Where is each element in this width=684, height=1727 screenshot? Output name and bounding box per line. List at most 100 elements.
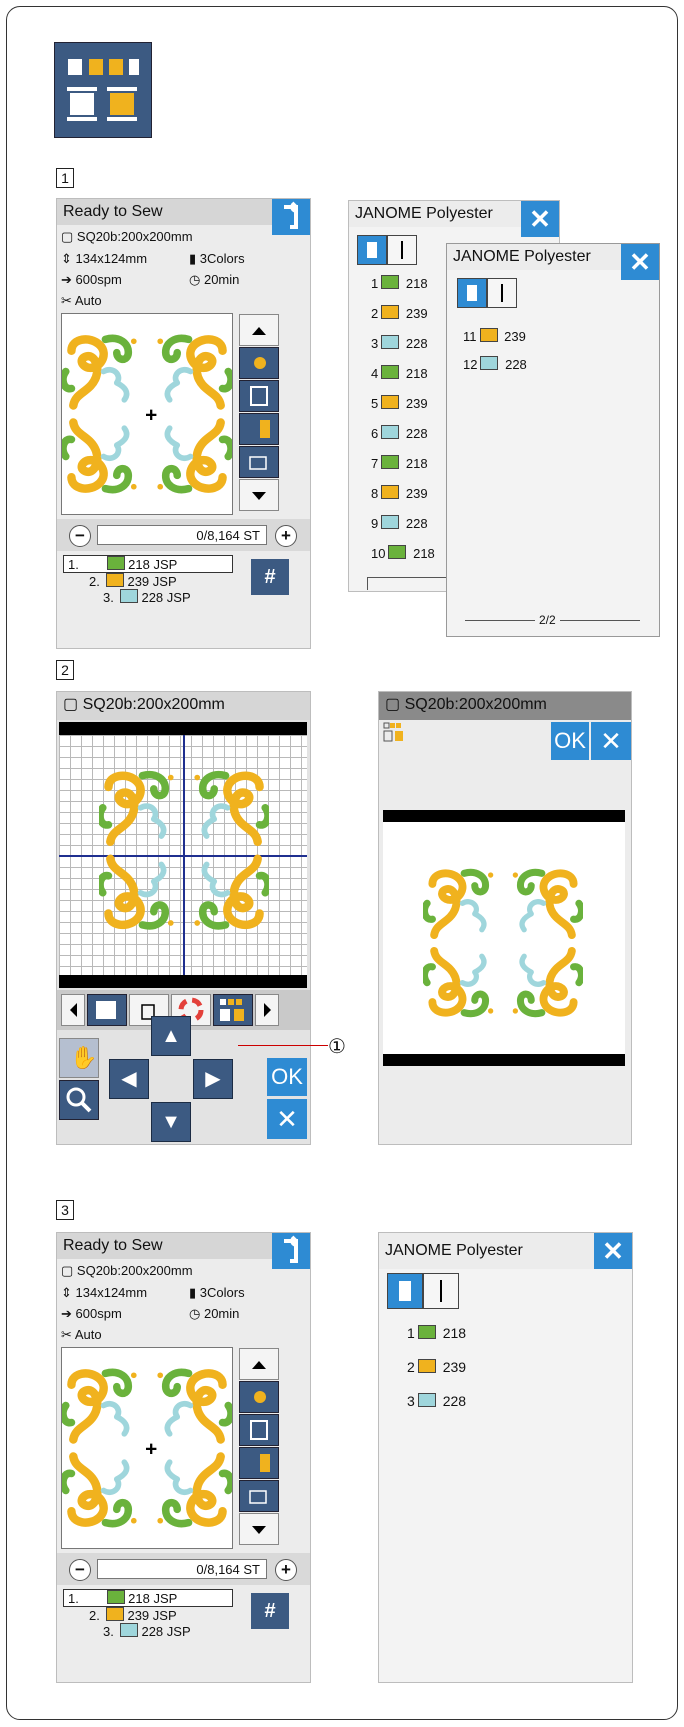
stitch-jump-button[interactable]: #: [251, 1593, 289, 1629]
thread-tab[interactable]: [457, 278, 487, 308]
stitch-plus-button[interactable]: +: [275, 1559, 297, 1581]
thread-row[interactable]: 5 239: [371, 395, 428, 411]
trace-button[interactable]: [239, 1381, 279, 1413]
scroll-down-button[interactable]: [239, 1513, 279, 1545]
color-row[interactable]: 2. 239 JSP: [63, 1607, 233, 1623]
ready-screen: Ready to Sew ▢ SQ20b:200x200mm ⇕ 134x124…: [56, 198, 311, 649]
scroll-right-button[interactable]: [255, 994, 279, 1026]
page-indicator: 2/2: [535, 613, 560, 627]
color-list: 1. 218 JSP 2. 239 JSP 3. 228 JSP: [63, 555, 233, 605]
group-colors-button[interactable]: [213, 994, 253, 1026]
clock-icon: ◷: [189, 1306, 201, 1321]
move-hoop-button[interactable]: [239, 446, 279, 478]
speed-icon: ➔: [61, 272, 72, 287]
return-button[interactable]: [272, 199, 310, 235]
color-row[interactable]: 2. 239 JSP: [63, 573, 233, 589]
hand-icon[interactable]: ✋: [59, 1038, 99, 1078]
cancel-button[interactable]: ✕: [267, 1099, 307, 1139]
color-swatch: [381, 365, 400, 379]
thread-row[interactable]: 12 228: [463, 356, 527, 372]
thread-row[interactable]: 10 218: [371, 545, 435, 561]
step-2-number: 2: [56, 660, 74, 680]
thread-row[interactable]: 2 239: [371, 305, 428, 321]
move-hoop-button[interactable]: [239, 1480, 279, 1512]
frame-check-button[interactable]: [239, 1414, 279, 1446]
stitch-jump-button[interactable]: #: [251, 559, 289, 595]
color-row[interactable]: 3. 228 JSP: [63, 1623, 233, 1639]
needle-tab[interactable]: [423, 1273, 459, 1309]
group-colors-icon: [383, 722, 407, 747]
group-colors-icon: [54, 42, 152, 138]
cutter-icon: ✂: [61, 1327, 72, 1342]
move-up-button[interactable]: ▲: [151, 1016, 191, 1056]
color-row[interactable]: 1. 218 JSP: [63, 555, 233, 573]
hoop-size: SQ20b:200x200mm: [76, 1263, 193, 1278]
hoop-size: SQ20b:200x200mm: [76, 229, 193, 244]
needle-tab[interactable]: [487, 278, 517, 308]
thread-tab[interactable]: [387, 1273, 423, 1309]
scroll-up-button[interactable]: [239, 1348, 279, 1380]
thread-row[interactable]: 8 239: [371, 485, 428, 501]
sew-time: 20min: [203, 1306, 240, 1321]
color-swatch: [381, 485, 400, 499]
move-right-button[interactable]: ▶: [193, 1059, 233, 1099]
return-button[interactable]: [272, 1233, 310, 1269]
scroll-up-button[interactable]: [239, 314, 279, 346]
thread-button[interactable]: [239, 1447, 279, 1479]
clock-icon: ◷: [189, 272, 201, 287]
thread-button[interactable]: [239, 413, 279, 445]
speed-icon: ➔: [61, 1306, 72, 1321]
stitch-count: 0/8,164 ST: [97, 525, 267, 545]
hoop-size: SQ20b:200x200mm: [82, 696, 225, 713]
step-1-number: 1: [56, 168, 74, 188]
trace-button[interactable]: [239, 347, 279, 379]
thread-row[interactable]: 6 228: [371, 425, 428, 441]
color-swatch: [381, 515, 400, 529]
pattern-preview: +: [61, 1347, 233, 1549]
move-down-button[interactable]: ▼: [151, 1102, 191, 1142]
zoom-button[interactable]: [59, 1080, 99, 1120]
cutter-icon: ✂: [61, 293, 72, 308]
thread-row[interactable]: 7 218: [371, 455, 428, 471]
thread-popup-page2: JANOME Polyester ✕ 11 239 12 228 2/2: [446, 243, 660, 637]
thread-row[interactable]: 4 218: [371, 365, 428, 381]
speed: 600spm: [75, 272, 122, 287]
stitch-minus-button[interactable]: −: [69, 1559, 91, 1581]
step-3-number: 3: [56, 1200, 74, 1220]
thread-row[interactable]: 2 239: [407, 1359, 466, 1375]
grouped-preview: [383, 822, 625, 1054]
ok-button[interactable]: OK: [267, 1058, 307, 1096]
color-row[interactable]: 1. 218 JSP: [63, 1589, 233, 1607]
speed: 600spm: [75, 1306, 122, 1321]
close-button[interactable]: ✕: [594, 1233, 632, 1269]
color-swatch: [381, 455, 400, 469]
thread-row[interactable]: 3 228: [407, 1393, 466, 1409]
stitch-minus-button[interactable]: −: [69, 525, 91, 547]
pattern-preview: +: [61, 313, 233, 515]
ok-button[interactable]: OK: [551, 722, 589, 760]
color-row[interactable]: 3. 228 JSP: [63, 589, 233, 605]
close-button[interactable]: ✕: [521, 201, 559, 237]
scroll-down-button[interactable]: [239, 479, 279, 511]
hoop-size: SQ20b:200x200mm: [404, 696, 547, 713]
color-swatch: [381, 425, 400, 439]
color-swatch: [388, 545, 407, 559]
size-icon: ⇕: [61, 251, 72, 266]
scroll-left-button[interactable]: [61, 994, 85, 1026]
thread-row[interactable]: 9 228: [371, 515, 428, 531]
close-button[interactable]: ✕: [621, 244, 659, 280]
cancel-button[interactable]: ✕: [591, 722, 631, 760]
colors-count: 3Colors: [199, 1285, 245, 1300]
stitch-plus-button[interactable]: +: [275, 525, 297, 547]
svg-text:+: +: [145, 404, 157, 427]
thread-row[interactable]: 3 228: [371, 335, 428, 351]
thread-row[interactable]: 11 239: [463, 328, 526, 344]
move-left-button[interactable]: ◀: [109, 1059, 149, 1099]
frame-check-button[interactable]: [239, 380, 279, 412]
thread-row[interactable]: 1 218: [371, 275, 428, 291]
needle-tab[interactable]: [387, 235, 417, 265]
thread-tab[interactable]: [357, 235, 387, 265]
thread-row[interactable]: 1 218: [407, 1325, 466, 1341]
callout-line: [238, 1045, 328, 1046]
select-button[interactable]: [87, 994, 127, 1026]
